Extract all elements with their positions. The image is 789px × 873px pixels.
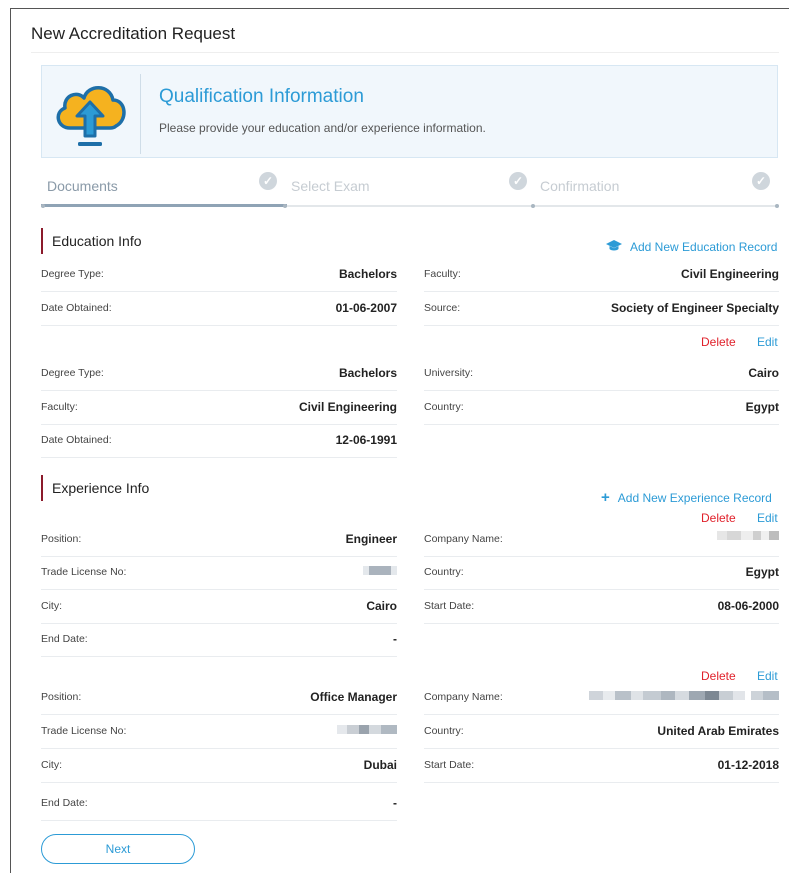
redacted-license-number	[363, 566, 397, 575]
field-label: Country:	[424, 401, 464, 413]
field-value: Bachelors	[338, 366, 397, 380]
check-circle-icon: ✓	[509, 172, 527, 190]
step-documents[interactable]: Documents	[47, 178, 118, 194]
add-education-link[interactable]: Add New Education Record	[606, 240, 777, 254]
field-value: Bachelors	[338, 267, 397, 281]
field-label: Date Obtained:	[41, 434, 112, 446]
field-label: Degree Type:	[41, 367, 104, 379]
field-label: Source:	[424, 302, 461, 314]
field-value: -	[393, 796, 397, 810]
experience-field-row: Country: United Arab Emirates	[424, 714, 779, 749]
delete-education-button[interactable]: Delete	[701, 335, 736, 349]
field-value: 01-12-2018	[717, 758, 779, 772]
check-circle-icon: ✓	[259, 172, 277, 190]
experience-field-row: Company Name:	[424, 522, 779, 557]
redacted-license-number	[337, 725, 397, 734]
field-value: United Arab Emirates	[657, 724, 779, 738]
field-value: Society of Engineer Specialty	[610, 301, 779, 315]
education-field-row: Source: Society of Engineer Specialty	[424, 291, 779, 326]
graduation-cap-icon	[606, 240, 622, 254]
field-value: Civil Engineering	[298, 400, 397, 414]
step-dot	[531, 204, 535, 208]
experience-field-row: Position: Engineer	[41, 522, 397, 557]
field-label: Degree Type:	[41, 268, 104, 280]
field-label: Faculty:	[41, 401, 78, 413]
education-field-row: Date Obtained: 12-06-1991	[41, 423, 397, 458]
field-value: Cairo	[366, 599, 397, 613]
field-label: Position:	[41, 691, 82, 703]
field-label: City:	[41, 759, 62, 771]
field-value: -	[393, 632, 397, 646]
step-select-exam[interactable]: Select Exam	[291, 178, 370, 194]
add-experience-link[interactable]: + Add New Experience Record	[601, 489, 772, 506]
education-heading: Education Info	[41, 228, 142, 254]
education-field-row: Degree Type: Bachelors	[41, 257, 397, 292]
step-dot	[41, 204, 45, 208]
field-label: End Date:	[41, 633, 88, 645]
field-label: Faculty:	[424, 268, 461, 280]
field-value: Office Manager	[310, 690, 397, 704]
experience-field-row: City: Cairo	[41, 589, 397, 624]
step-progress-fill	[41, 204, 287, 207]
education-field-row: Faculty: Civil Engineering	[41, 390, 397, 425]
field-label: Trade License No:	[41, 566, 127, 578]
redacted-company-name	[589, 691, 779, 700]
education-field-row: Faculty: Civil Engineering	[424, 257, 779, 292]
field-label: Company Name:	[424, 533, 503, 545]
field-label: Country:	[424, 725, 464, 737]
education-field-row: Degree Type: Bachelors	[41, 356, 397, 391]
education-field-row: Date Obtained: 01-06-2007	[41, 291, 397, 326]
experience-field-row: End Date: -	[41, 622, 397, 657]
field-label: Date Obtained:	[41, 302, 112, 314]
qualification-banner: Qualification Information Please provide…	[41, 65, 778, 158]
edit-education-button[interactable]: Edit	[757, 335, 778, 349]
cloud-upload-icon	[56, 86, 126, 146]
progress-stepper: Documents ✓ Select Exam ✓ Confirmation ✓	[41, 170, 779, 210]
check-circle-icon: ✓	[752, 172, 770, 190]
next-button[interactable]: Next	[41, 834, 195, 864]
experience-field-row: Start Date: 08-06-2000	[424, 589, 779, 624]
field-label: City:	[41, 600, 62, 612]
banner-title: Qualification Information	[159, 86, 364, 107]
banner-divider	[140, 74, 141, 154]
field-label: Company Name:	[424, 691, 503, 703]
field-value: Egypt	[745, 400, 779, 414]
title-divider	[31, 52, 779, 53]
experience-field-row: Position: Office Manager	[41, 680, 397, 715]
experience-heading: Experience Info	[41, 475, 149, 501]
education-field-row: Country: Egypt	[424, 390, 779, 425]
experience-field-row: Trade License No:	[41, 714, 397, 749]
page-title: New Accreditation Request	[31, 24, 236, 43]
field-value: Dubai	[363, 758, 397, 772]
field-label: Start Date:	[424, 759, 475, 771]
experience-field-row: Trade License No:	[41, 555, 397, 590]
field-label: Start Date:	[424, 600, 475, 612]
field-label: End Date:	[41, 797, 88, 809]
experience-field-row: Start Date: 01-12-2018	[424, 748, 779, 783]
experience-field-row: End Date: -	[41, 786, 397, 821]
field-value: 08-06-2000	[717, 599, 779, 613]
step-dot	[775, 204, 779, 208]
experience-field-row: City: Dubai	[41, 748, 397, 783]
banner-subtitle: Please provide your education and/or exp…	[159, 121, 486, 135]
experience-field-row: Country: Egypt	[424, 555, 779, 590]
field-value: Civil Engineering	[680, 267, 779, 281]
field-value: 01-06-2007	[335, 301, 397, 315]
field-value: Egypt	[745, 565, 779, 579]
field-label: Trade License No:	[41, 725, 127, 737]
plus-icon: +	[601, 489, 610, 506]
field-value: 12-06-1991	[335, 433, 397, 447]
education-field-row: University: Cairo	[424, 356, 779, 391]
add-education-label: Add New Education Record	[630, 240, 778, 254]
redacted-company-name	[717, 531, 779, 540]
add-experience-label: Add New Experience Record	[617, 491, 772, 505]
step-confirmation[interactable]: Confirmation	[540, 178, 619, 194]
step-dot	[283, 204, 287, 208]
field-value: Engineer	[345, 532, 397, 546]
experience-field-row: Company Name:	[424, 680, 779, 715]
field-label: Position:	[41, 533, 82, 545]
field-value: Cairo	[748, 366, 779, 380]
field-label: Country:	[424, 566, 464, 578]
field-label: University:	[424, 367, 474, 379]
